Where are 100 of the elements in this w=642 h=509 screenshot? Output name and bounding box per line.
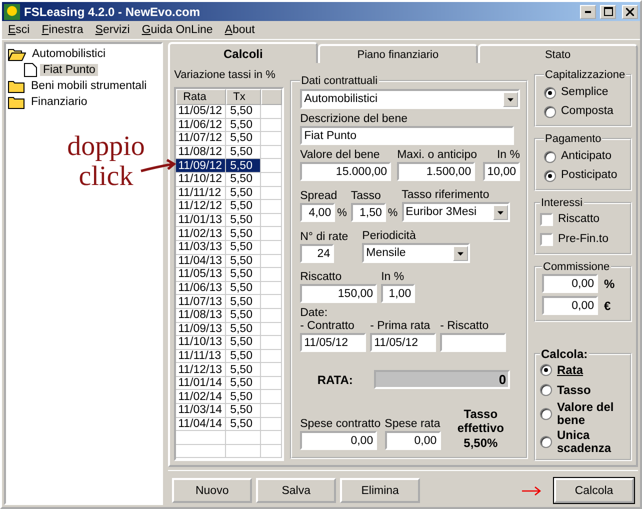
maxi-field[interactable]: 1.500,00 — [397, 162, 476, 181]
tree-item[interactable]: Finanziario — [28, 96, 90, 108]
buyout-field[interactable]: 150,00 — [300, 284, 378, 303]
spread-field[interactable]: 4,00 — [300, 203, 336, 222]
contract-fees-field[interactable]: 0,00 — [300, 431, 378, 450]
category-dropdown[interactable]: Automobilistici — [300, 89, 520, 109]
radio-button[interactable] — [544, 106, 556, 118]
close-button[interactable] — [622, 4, 638, 18]
tab[interactable]: Stato — [478, 44, 638, 63]
table-cell[interactable]: 5,50 — [226, 322, 262, 336]
periodicity-dropdown[interactable]: Mensile — [362, 243, 470, 263]
table-cell[interactable]: 5,50 — [226, 268, 262, 282]
table-cell[interactable]: 11/10/13 — [176, 336, 226, 350]
menu-item[interactable]: Servizi — [95, 24, 130, 36]
table-cell[interactable]: 5,50 — [226, 227, 262, 241]
table-cell[interactable]: 5,50 — [226, 282, 262, 296]
table-cell[interactable]: 11/03/13 — [176, 240, 226, 255]
menu-item[interactable]: About — [224, 24, 255, 36]
action-button[interactable]: Salva — [256, 478, 336, 503]
menu-item[interactable]: Esci — [8, 24, 30, 36]
table-cell[interactable]: 5,50 — [226, 254, 262, 268]
installment-fees-field[interactable]: 0,00 — [384, 431, 441, 450]
table-cell[interactable]: 5,50 — [226, 159, 262, 173]
checkbox[interactable] — [540, 232, 553, 246]
table-cell[interactable]: 11/02/13 — [176, 227, 226, 241]
table-cell[interactable]: 11/03/14 — [176, 404, 226, 418]
date-field[interactable]: 11/05/12 — [300, 333, 366, 352]
result-field[interactable]: 0 — [374, 370, 510, 389]
reference-rate-dropdown[interactable]: Euribor 3Mesi — [402, 202, 510, 222]
table-cell[interactable]: 11/02/14 — [176, 390, 226, 404]
radio-button[interactable] — [544, 86, 556, 98]
table-cell[interactable]: 5,50 — [226, 308, 262, 322]
table-cell[interactable]: 5,50 — [226, 295, 262, 309]
table-cell[interactable]: 5,50 — [226, 240, 262, 255]
table-cell[interactable]: 11/06/12 — [176, 118, 226, 132]
table-cell[interactable]: 5,50 — [226, 132, 262, 146]
table-cell[interactable]: 5,50 — [226, 172, 262, 187]
description-field[interactable]: Fiat Punto — [300, 126, 514, 145]
table-cell[interactable]: 11/08/13 — [176, 308, 226, 322]
table-cell[interactable]: 11/11/13 — [176, 350, 226, 364]
commission-field[interactable]: 0,00 — [542, 296, 598, 315]
column-header[interactable]: Tx — [226, 89, 262, 105]
table-cell[interactable]: 11/01/14 — [176, 376, 226, 390]
radio-button[interactable] — [540, 364, 552, 376]
menu-item[interactable]: Guida OnLine — [142, 24, 213, 36]
table-cell[interactable]: 5,50 — [226, 118, 262, 132]
table-cell[interactable]: 11/05/13 — [176, 268, 226, 282]
date-field[interactable] — [440, 333, 506, 352]
percent-field[interactable]: 1,00 — [381, 284, 416, 303]
table-cell[interactable]: 5,50 — [226, 390, 262, 404]
table-cell[interactable]: 11/11/12 — [176, 186, 226, 200]
table-cell[interactable]: 5,50 — [226, 200, 262, 214]
table-cell[interactable]: 5,50 — [226, 363, 262, 377]
table-cell[interactable]: 5,50 — [226, 186, 262, 200]
menu-item[interactable]: Finestra — [42, 24, 84, 36]
column-header[interactable]: Rata — [176, 89, 226, 105]
percent-field[interactable]: 10,00 — [483, 162, 520, 181]
tree-item[interactable]: Automobilistici — [29, 48, 108, 60]
tab[interactable]: Piano finanziario — [318, 44, 478, 63]
compute-button[interactable]: Calcola — [554, 478, 634, 503]
minimize-button[interactable] — [580, 4, 596, 18]
commission-field[interactable]: 0,00 — [542, 274, 598, 293]
action-button[interactable]: Nuovo — [172, 478, 252, 503]
maximize-button[interactable] — [600, 4, 616, 18]
radio-button[interactable] — [544, 150, 556, 162]
date-field[interactable]: 11/05/12 — [370, 333, 436, 352]
table-cell[interactable]: 5,50 — [226, 376, 262, 390]
table-cell[interactable]: 5,50 — [226, 146, 262, 160]
checkbox[interactable] — [540, 212, 553, 226]
table-cell[interactable]: 11/09/12 — [176, 159, 226, 173]
table-cell[interactable]: 11/10/12 — [176, 172, 226, 187]
table-cell[interactable]: 5,50 — [226, 105, 262, 119]
radio-button[interactable] — [540, 384, 552, 396]
table-cell[interactable]: 11/09/13 — [176, 322, 226, 336]
installments-field[interactable]: 24 — [300, 244, 334, 263]
table-cell[interactable]: 5,50 — [226, 418, 262, 432]
asset-value-field[interactable]: 15.000,00 — [300, 162, 392, 181]
table-cell[interactable]: 11/07/13 — [176, 295, 226, 309]
radio-button[interactable] — [540, 436, 552, 448]
action-button[interactable]: Elimina — [340, 478, 420, 503]
rate-field[interactable]: 1,50 — [350, 203, 386, 222]
table-cell[interactable]: 11/01/13 — [176, 214, 226, 228]
tree-item[interactable]: Fiat Punto — [40, 64, 98, 76]
table-cell[interactable]: 11/06/13 — [176, 282, 226, 296]
table-cell[interactable]: 5,50 — [226, 404, 262, 418]
table-cell[interactable]: 11/08/12 — [176, 146, 226, 160]
table-cell[interactable]: 11/04/14 — [176, 418, 226, 432]
table-cell[interactable]: 11/05/12 — [176, 105, 226, 119]
tab[interactable]: Calcoli — [168, 42, 318, 63]
table-cell[interactable]: 11/07/12 — [176, 132, 226, 146]
table-cell[interactable]: 5,50 — [226, 214, 262, 228]
table-cell[interactable]: 5,50 — [226, 336, 262, 350]
table-cell[interactable]: 5,50 — [226, 350, 262, 364]
tree-item[interactable]: Beni mobili strumentali — [28, 80, 150, 92]
table-cell[interactable]: 11/12/13 — [176, 363, 226, 377]
table-cell[interactable]: 11/12/12 — [176, 200, 226, 214]
group-title: Dati contrattuali — [300, 75, 379, 87]
radio-button[interactable] — [544, 170, 556, 182]
radio-button[interactable] — [540, 408, 552, 420]
table-cell[interactable]: 11/04/13 — [176, 254, 226, 268]
